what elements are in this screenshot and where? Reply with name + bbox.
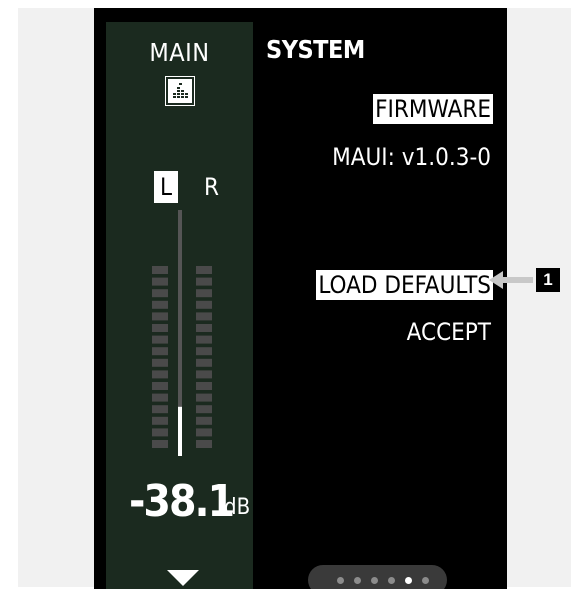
page-dot[interactable] <box>337 577 344 584</box>
meter-segment-left <box>152 324 168 332</box>
meter-segment-left <box>152 266 168 274</box>
firmware-menu-item[interactable]: FIRMWARE <box>373 94 493 124</box>
meter-segment-right <box>196 335 212 344</box>
main-channel-strip[interactable]: MAIN L R -38.1 dB <box>106 22 253 589</box>
meter-segment-right <box>196 393 212 402</box>
meter-segment-left <box>152 405 168 414</box>
page-dot[interactable] <box>405 577 412 584</box>
meter-segment-left <box>152 277 168 286</box>
firmware-version: MAUI: v1.0.3-0 <box>332 143 491 171</box>
meter-segment-right <box>196 289 212 298</box>
fader-level <box>178 406 182 456</box>
meter-segment-right <box>196 312 212 321</box>
callout-arrow-icon <box>489 271 533 289</box>
meter-segment-right <box>196 416 212 425</box>
meter-segment-left <box>152 300 168 309</box>
device-screen: MAIN L R -38.1 dB SYSTEM FIRMWARE MAUI: … <box>94 8 507 589</box>
meter-segment-left <box>152 289 168 298</box>
callout-badge: 1 <box>536 268 560 292</box>
meter-segment-left <box>152 428 168 437</box>
page-title: SYSTEM <box>266 35 365 64</box>
meter-segment-right <box>196 370 212 379</box>
level-meter <box>152 210 212 456</box>
meter-segment-left <box>152 312 168 321</box>
meter-segment-right <box>196 300 212 309</box>
level-unit: dB <box>224 495 251 520</box>
level-readout: -38.1 <box>129 476 235 527</box>
meter-segment-right <box>196 266 212 274</box>
meter-segment-left <box>152 335 168 344</box>
chevron-down-icon[interactable] <box>167 570 199 586</box>
meter-segment-right <box>196 324 212 332</box>
meter-segment-right <box>196 440 212 448</box>
meter-segment-right <box>196 382 212 390</box>
meter-segment-left <box>152 370 168 379</box>
page-dot[interactable] <box>354 577 361 584</box>
meter-segment-left <box>152 440 168 448</box>
meter-segment-left <box>152 382 168 390</box>
meter-segment-left <box>152 347 168 356</box>
accept-button[interactable]: ACCEPT <box>407 317 491 347</box>
load-defaults-menu-item[interactable]: LOAD DEFAULTS <box>316 270 493 300</box>
meter-segment-right <box>196 347 212 356</box>
page-indicator[interactable] <box>308 565 447 589</box>
meter-segment-left <box>152 393 168 402</box>
right-meter-segments <box>196 266 212 448</box>
page-dot[interactable] <box>371 577 378 584</box>
meter-segment-left <box>152 358 168 367</box>
meter-segment-right <box>196 428 212 437</box>
meter-segment-left <box>152 416 168 425</box>
meter-segment-right <box>196 358 212 367</box>
left-meter-segments <box>152 266 168 448</box>
meter-segment-right <box>196 405 212 414</box>
page-dot[interactable] <box>388 577 395 584</box>
page-dot[interactable] <box>422 577 429 584</box>
meter-segment-right <box>196 277 212 286</box>
